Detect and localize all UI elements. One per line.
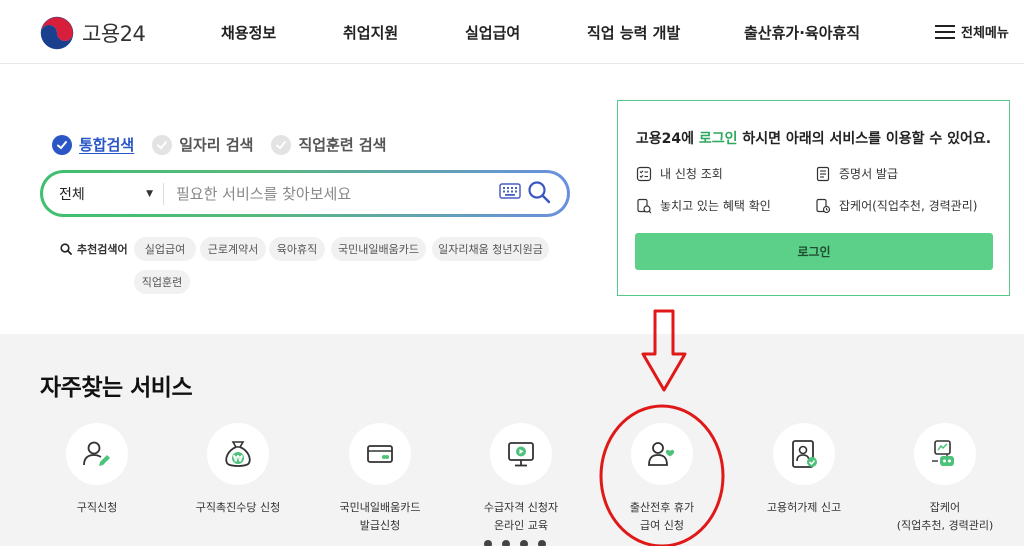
check-icon	[271, 134, 292, 155]
missed-benefits-check[interactable]: 놓치고 있는 혜택 확인	[636, 197, 771, 214]
id-check-icon	[792, 440, 817, 468]
all-menu-button[interactable]: 전체메뉴	[935, 22, 1009, 41]
search-small-icon	[60, 243, 72, 255]
login-panel: 고용24에 로그인 하시면 아래의 서비스를 이용할 수 있어요. 내 신청 조…	[617, 100, 1010, 296]
keyword-chip[interactable]: 국민내일배움카드	[331, 237, 426, 261]
login-title-link[interactable]: 로그인	[699, 131, 738, 147]
certificate-issuance[interactable]: 증명서 발급	[815, 165, 898, 182]
logo[interactable]: 고용24	[40, 16, 146, 50]
login-item-label: 증명서 발급	[839, 167, 899, 181]
search-icon[interactable]	[527, 180, 551, 204]
carousel-dot[interactable]	[538, 540, 546, 546]
service-icon-circle	[914, 423, 976, 485]
career-doc-icon	[816, 198, 831, 213]
service-job-promotion-allowance[interactable]: ₩ 구직촉진수당 신청	[163, 423, 313, 517]
nav-parental-leave[interactable]: 출산휴가·육아휴직	[744, 22, 860, 43]
carousel-dot[interactable]	[520, 540, 528, 546]
carousel-dots[interactable]	[484, 540, 546, 546]
login-item-label: 잡케어(직업추천, 경력관리)	[839, 199, 978, 213]
tab-integrated-search[interactable]: 통합검색	[52, 134, 134, 155]
service-label: 고용허가제 신고	[766, 501, 842, 514]
tab-job-search[interactable]: 일자리 검색	[152, 134, 253, 155]
red-arrow-annotation-icon	[641, 309, 687, 392]
card-icon	[367, 445, 393, 463]
svg-text:₩: ₩	[233, 455, 243, 465]
nav-vocational-training[interactable]: 직업 능력 개발	[587, 22, 680, 43]
carousel-dot[interactable]	[484, 540, 492, 546]
service-icon-circle	[349, 423, 411, 485]
section-title: 자주찾는 서비스	[40, 375, 193, 401]
check-icon	[52, 134, 72, 155]
service-online-education[interactable]: 수급자격 신청자 온라인 교육	[446, 423, 596, 535]
page: 고용24 채용정보 취업지원 실업급여 직업 능력 개발 출산휴가·육아휴직 전…	[0, 0, 1024, 546]
service-label: 수급자격 신청자 온라인 교육	[483, 501, 559, 532]
service-label: 구직촉진수당 신청	[195, 501, 281, 514]
jobcare-link[interactable]: 잡케어(직업추천, 경력관리)	[815, 197, 977, 214]
tab-label: 직업훈련 검색	[298, 136, 387, 154]
service-employment-permit-report[interactable]: 고용허가제 신고	[729, 423, 879, 517]
keyword-chip[interactable]: 일자리채움 청년지원금	[432, 237, 549, 261]
search-inner: 전체 ▼	[43, 173, 567, 214]
nav-unemployment-benefit[interactable]: 실업급여	[465, 22, 520, 43]
nav-recruit-info[interactable]: 채용정보	[221, 22, 276, 43]
document-search-icon	[637, 198, 652, 213]
robot-icon	[932, 440, 954, 466]
service-icon-circle	[773, 423, 835, 485]
keyword-chip[interactable]: 근로계약서	[200, 237, 266, 261]
tab-training-search[interactable]: 직업훈련 검색	[271, 134, 386, 155]
login-panel-title: 고용24에 로그인 하시면 아래의 서비스를 이용할 수 있어요.	[618, 128, 1009, 148]
search-box: 전체 ▼	[40, 170, 570, 217]
money-bag-icon: ₩	[225, 441, 251, 467]
header: 고용24 채용정보 취업지원 실업급여 직업 능력 개발 출산휴가·육아휴직 전…	[0, 0, 1024, 64]
search-scope-value: 전체	[59, 186, 85, 203]
nav-employment-support[interactable]: 취업지원	[343, 22, 398, 43]
search-scope-select[interactable]: 전체 ▼	[43, 184, 163, 204]
login-title-suffix: 하시면 아래의 서비스를 이용할 수 있어요.	[737, 131, 992, 147]
caret-down-icon: ▼	[146, 188, 153, 199]
service-label: 구직신청	[76, 501, 118, 514]
monitor-play-icon	[508, 442, 534, 467]
logo-text: 고용24	[82, 22, 146, 46]
recommended-label-text: 추천검색어	[77, 243, 128, 256]
taegeuk-logo-icon	[40, 16, 74, 50]
checklist-icon	[636, 166, 652, 181]
keyword-chip[interactable]: 육아휴직	[269, 237, 325, 261]
login-item-label: 놓치고 있는 혜택 확인	[660, 199, 771, 213]
service-icon-circle: ₩	[207, 423, 269, 485]
keyword-chip[interactable]: 실업급여	[134, 237, 196, 261]
recommended-keywords-label: 추천검색어	[60, 241, 128, 257]
service-jobcare[interactable]: 잡케어 (직업추천, 경력관리)	[870, 423, 1020, 535]
carousel-dot[interactable]	[502, 540, 510, 546]
login-title-prefix: 고용24에	[635, 131, 699, 147]
service-icon-circle	[490, 423, 552, 485]
hamburger-icon	[935, 24, 955, 39]
keyboard-icon[interactable]	[499, 183, 521, 199]
divider	[163, 182, 164, 205]
check-icon	[152, 134, 173, 155]
search-tabs: 통합검색 일자리 검색 직업훈련 검색	[52, 134, 386, 155]
tab-label: 일자리 검색	[179, 136, 254, 154]
tab-label: 통합검색	[79, 136, 135, 154]
certificate-icon	[816, 166, 830, 181]
login-item-label: 내 신청 조회	[660, 167, 723, 181]
service-job-application[interactable]: 구직신청	[22, 423, 172, 517]
service-label: 국민내일배움카드 발급신청	[339, 501, 421, 532]
login-button[interactable]: 로그인	[635, 233, 993, 270]
service-label: 잡케어 (직업추천, 경력관리)	[896, 501, 994, 532]
service-icon-circle	[66, 423, 128, 485]
my-application-status[interactable]: 내 신청 조회	[636, 165, 723, 182]
search-input[interactable]	[176, 184, 476, 203]
service-learning-card[interactable]: 국민내일배움카드 발급신청	[305, 423, 455, 535]
keyword-chip[interactable]: 직업훈련	[134, 270, 190, 294]
all-menu-label: 전체메뉴	[961, 26, 1009, 41]
red-circle-annotation-icon	[599, 404, 725, 546]
person-edit-icon	[83, 441, 110, 466]
